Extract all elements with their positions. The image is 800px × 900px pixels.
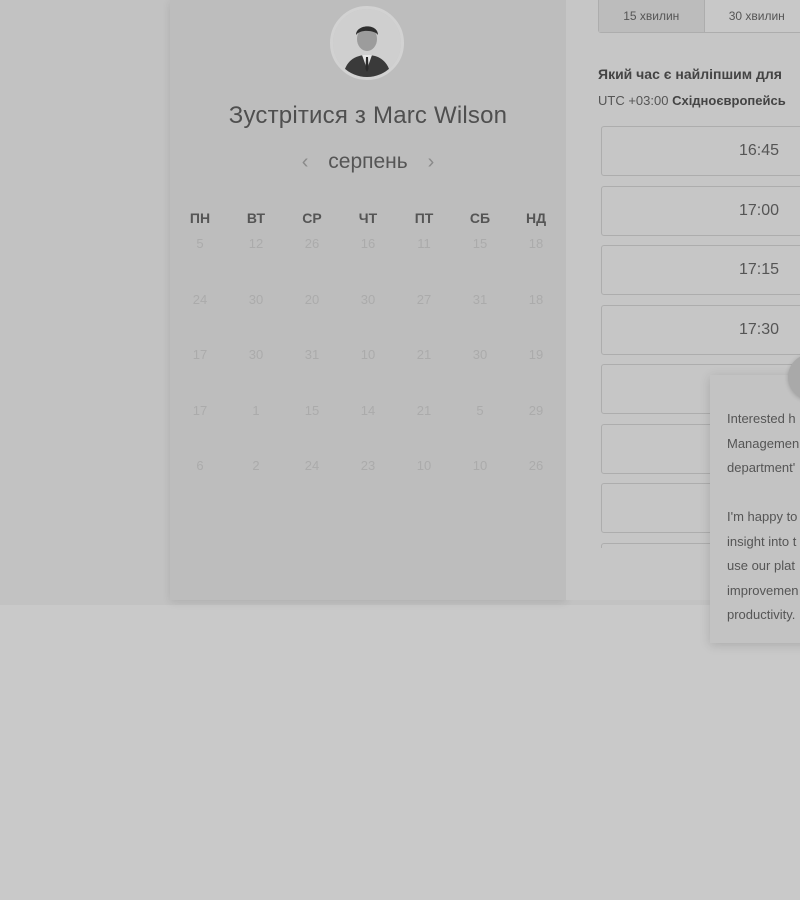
weekday-header: ПН ВТ СР ЧТ ПТ СБ НД [172,210,564,226]
calendar-day[interactable]: 2 [228,458,284,514]
calendar-day[interactable]: 31 [452,292,508,348]
time-slot[interactable]: 17:00 [601,185,800,236]
time-slot[interactable]: 16:45 [601,126,800,176]
chat-message-line: Interested h [727,411,796,426]
chat-message-line: use our plat [727,558,795,573]
calendar-day[interactable]: 27 [396,292,452,348]
calendar-day[interactable]: 15 [284,403,340,459]
calendar-day[interactable]: 12 [228,236,284,292]
month-navigation: ‹ серпень › [170,150,566,174]
calendar-day[interactable]: 17 [172,403,228,459]
month-label: серпень [328,150,408,173]
calendar-day[interactable]: 23 [340,458,396,514]
calendar-day[interactable]: 6 [172,458,228,514]
calendar-day[interactable]: 1 [228,403,284,459]
calendar-day[interactable]: 30 [228,292,284,348]
weekday-label: СБ [469,210,491,226]
weekday-label: СР [302,210,322,226]
calendar-day[interactable]: 30 [340,292,396,348]
calendar-day[interactable]: 19 [508,347,564,403]
person-avatar-icon [333,9,401,77]
calendar-day[interactable]: 29 [508,403,564,459]
calendar-day[interactable]: 21 [396,347,452,403]
calendar-day[interactable]: 14 [340,403,396,459]
chat-message-popup[interactable]: Interested h Managemen department' I'm h… [710,375,800,643]
time-slot[interactable]: 17:30 [601,304,800,355]
time-slot-label: 17:15 [738,261,780,278]
weekday-label: ЧТ [358,210,378,226]
chevron-left-icon[interactable]: ‹ [288,151,323,174]
tab-30-minutes[interactable]: 30 хвилин [705,0,800,32]
time-question: Який час є найліпшим для [598,66,782,82]
host-avatar [330,6,404,80]
meeting-title: Зустрітися з Marc Wilson [228,102,508,129]
chat-message-line: productivity. [727,607,796,622]
calendar-day[interactable]: 10 [452,458,508,514]
calendar-day[interactable]: 10 [396,458,452,514]
calendar-day[interactable]: 26 [508,458,564,514]
calendar-week: 17 30 31 10 21 30 19 [172,347,564,403]
weekday-label: НД [525,210,547,226]
calendar-day[interactable]: 26 [284,236,340,292]
calendar-week: 6 2 24 23 10 10 26 [172,458,564,514]
calendar-grid: 5 12 26 16 11 15 18 24 30 20 30 27 31 18… [172,236,564,514]
weekday-label: ПН [189,210,211,226]
weekday-label: ПТ [414,210,434,226]
chat-message-line: Managemen [727,435,800,451]
calendar-day[interactable]: 31 [284,347,340,403]
time-slot[interactable]: 17:15 [601,245,800,295]
chat-message-line: improvemen [727,582,799,598]
calendar-day[interactable]: 24 [284,458,340,514]
time-slot-label: 16:45 [738,142,780,159]
calendar-day[interactable]: 15 [452,236,508,292]
calendar-day[interactable]: 5 [452,403,508,459]
time-slot-label: 17:00 [738,201,780,219]
duration-tabs: 15 хвилин 30 хвилин [598,0,800,33]
calendar-day[interactable]: 18 [508,292,564,348]
chevron-right-icon[interactable]: › [414,151,449,174]
calendar-week: 24 30 20 30 27 31 18 [172,292,564,348]
tab-15-minutes[interactable]: 15 хвилин [599,0,705,32]
calendar-day[interactable]: 11 [396,236,452,292]
weekday-label: ВТ [246,210,266,226]
calendar-week: 5 12 26 16 11 15 18 [172,236,564,292]
calendar-day[interactable]: 20 [284,292,340,348]
timezone-selector[interactable]: UTC +03:00 Східноєвропейсь [598,93,800,108]
calendar-day[interactable]: 5 [172,236,228,292]
calendar-day[interactable]: 30 [452,347,508,403]
chat-message-line: department' [727,460,796,475]
calendar-day[interactable]: 17 [172,347,228,403]
timezone-name: Східноєвропейсь [672,93,786,108]
chat-message-line: insight into t [727,533,797,549]
calendar-day[interactable]: 21 [396,403,452,459]
time-slot-label: 17:30 [738,320,780,338]
calendar-day[interactable]: 10 [340,347,396,403]
chat-message-line: I'm happy to [727,509,798,524]
calendar-day[interactable]: 16 [340,236,396,292]
calendar-day[interactable]: 30 [228,347,284,403]
calendar-week: 17 1 15 14 21 5 29 [172,403,564,459]
timezone-offset: UTC +03:00 [598,93,669,108]
calendar-day[interactable]: 18 [508,236,564,292]
calendar-day[interactable]: 24 [172,292,228,348]
